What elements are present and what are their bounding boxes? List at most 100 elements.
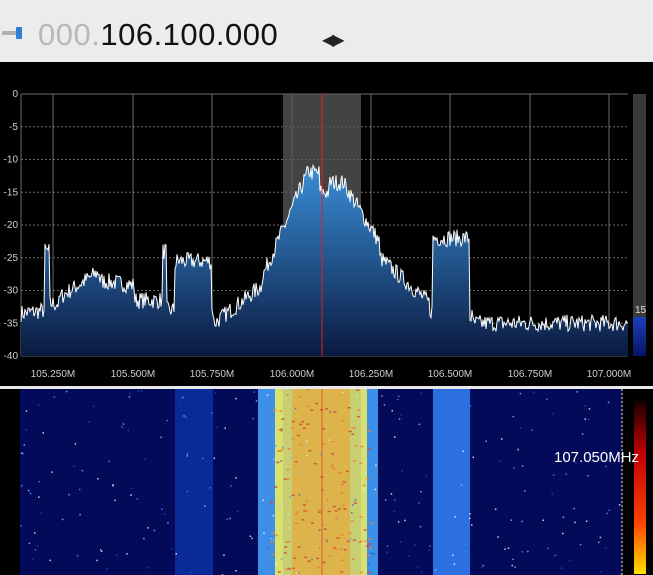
waterfall-noise-dot — [20, 486, 22, 488]
waterfall-noise-dot — [235, 397, 237, 400]
spectrum-plot[interactable]: 0 -5 -10 -15 -20 -25 -30 -35 -40 105.250M 105.500… — [0, 62, 653, 386]
waterfall-noise-dot — [584, 405, 586, 407]
waterfall-noise-dot — [226, 518, 228, 521]
y-tick-label: -35 — [4, 318, 19, 329]
waterfall-hot-dot — [369, 522, 373, 524]
waterfall-noise-dot — [161, 508, 163, 510]
volume-slider-icon[interactable] — [2, 27, 22, 39]
waterfall-noise-dot — [393, 499, 396, 501]
waterfall-noise-dot — [252, 417, 254, 420]
waterfall-noise-dot — [279, 504, 281, 507]
waterfall-noise-dot — [507, 547, 510, 549]
waterfall-noise-dot — [20, 452, 23, 454]
waterfall-noise-dot — [552, 474, 555, 476]
waterfall-noise-dot — [581, 433, 584, 435]
waterfall-noise-dot — [106, 568, 108, 570]
waterfall-noise-dot — [269, 410, 271, 412]
y-tick-label: 0 — [12, 89, 18, 100]
waterfall-noise-dot — [512, 415, 514, 418]
waterfall-noise-dot — [185, 416, 187, 419]
waterfall-noise-dot — [468, 517, 471, 520]
waterfall-noise-dot — [229, 517, 231, 520]
waterfall-noise-dot — [460, 484, 463, 486]
waterfall-hot-dot — [270, 501, 273, 504]
frequency-display[interactable]: 000.106.100.000 — [38, 16, 278, 54]
waterfall-noise-dot — [128, 396, 131, 398]
tune-arrows-icon[interactable]: ◀▶ — [322, 30, 345, 50]
waterfall-noise-dot — [190, 571, 193, 574]
waterfall-noise-dot — [204, 505, 206, 507]
waterfall-noise-dot — [512, 558, 514, 561]
waterfall-noise-dot — [418, 423, 421, 426]
waterfall-noise-dot — [472, 456, 474, 459]
x-tick-label: 105.500M — [111, 369, 155, 380]
waterfall-noise-dot — [170, 548, 173, 550]
waterfall-noise-dot — [112, 484, 114, 487]
waterfall-signal-band — [433, 389, 470, 575]
frequency-value[interactable]: 106.100.000 — [100, 17, 278, 52]
waterfall-noise-dot — [373, 553, 375, 555]
waterfall-noise-dot — [99, 548, 102, 551]
waterfall-noise-dot — [32, 558, 34, 560]
waterfall-noise-dot — [531, 429, 533, 431]
waterfall-display[interactable] — [0, 389, 653, 575]
waterfall-noise-dot — [131, 487, 133, 490]
waterfall-noise-dot — [429, 545, 431, 547]
waterfall-noise-dot — [454, 516, 456, 518]
waterfall-noise-dot — [542, 519, 544, 521]
waterfall-hot-dot — [368, 546, 372, 549]
waterfall-noise-dot — [465, 549, 467, 552]
waterfall-noise-dot — [68, 493, 70, 496]
waterfall-hot-dot — [270, 553, 274, 556]
waterfall-noise-dot — [37, 545, 39, 547]
waterfall-noise-dot — [533, 391, 535, 394]
waterfall-signal-band — [175, 389, 213, 575]
waterfall-noise-dot — [51, 471, 53, 473]
waterfall-noise-dot — [452, 554, 454, 556]
waterfall-noise-dot — [37, 404, 40, 406]
x-tick-label: 105.750M — [190, 369, 234, 380]
cursor-frequency-label: 107.050MHz — [554, 449, 640, 466]
waterfall-colorbar[interactable] — [634, 401, 646, 574]
waterfall-noise-dot — [606, 512, 608, 515]
waterfall-noise-dot — [27, 489, 30, 492]
waterfall-noise-dot — [260, 531, 263, 534]
waterfall-noise-dot — [386, 551, 388, 554]
waterfall-noise-dot — [524, 490, 526, 492]
waterfall-noise-dot — [273, 458, 275, 460]
level-slider-track[interactable] — [633, 94, 646, 356]
waterfall-noise-dot — [126, 553, 128, 555]
waterfall-noise-dot — [420, 392, 422, 394]
waterfall-noise-dot — [216, 426, 218, 429]
waterfall-noise-dot — [420, 571, 423, 573]
waterfall-noise-dot — [381, 395, 383, 397]
waterfall-hot-dot — [364, 540, 368, 542]
waterfall-noise-dot — [166, 419, 168, 422]
waterfall-noise-dot — [605, 547, 607, 550]
y-tick-label: -15 — [4, 187, 19, 198]
waterfall-noise-dot — [390, 493, 393, 495]
waterfall-noise-dot — [144, 458, 146, 460]
level-slider-fill — [633, 317, 646, 356]
waterfall-noise-dot — [25, 429, 27, 431]
waterfall-noise-dot — [143, 537, 145, 540]
waterfall-noise-dot — [599, 536, 602, 539]
waterfall-noise-dot — [129, 392, 131, 395]
waterfall-hot-dot — [276, 461, 280, 464]
waterfall-noise-dot — [42, 432, 44, 434]
waterfall-noise-dot — [266, 394, 269, 396]
waterfall-noise-dot — [414, 544, 416, 546]
waterfall-noise-dot — [393, 510, 396, 513]
y-tick-label: -5 — [9, 122, 18, 133]
waterfall-noise-dot — [546, 398, 548, 400]
frequency-leading-digits[interactable]: 000. — [38, 17, 100, 52]
waterfall-noise-dot — [513, 467, 515, 469]
waterfall-noise-dot — [565, 473, 568, 475]
waterfall-noise-dot — [49, 559, 51, 562]
waterfall-noise-dot — [469, 405, 472, 407]
waterfall-noise-dot — [425, 475, 427, 478]
waterfall-noise-dot — [521, 551, 523, 553]
waterfall-noise-dot — [587, 475, 589, 477]
waterfall-noise-dot — [362, 489, 365, 491]
waterfall-hot-dot — [271, 532, 275, 534]
